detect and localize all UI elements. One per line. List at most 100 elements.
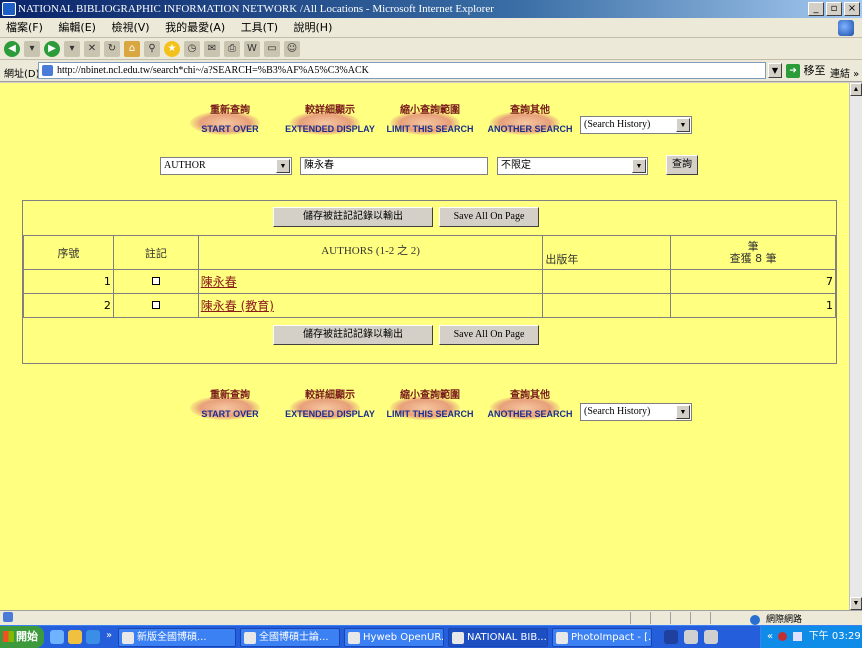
- status-segment: [670, 612, 688, 624]
- results-panel: 儲存被註記記錄以輸出 Save All On Page 序號 註記 AUTHOR…: [22, 200, 837, 364]
- forward-icon[interactable]: ▶: [44, 40, 60, 57]
- status-segment: [690, 612, 708, 624]
- search-icon[interactable]: ⚲: [144, 40, 160, 57]
- taskbar-item[interactable]: 全國博碩士論...: [240, 628, 340, 647]
- search-submit-button[interactable]: 查詢: [666, 155, 698, 175]
- desktop-icon[interactable]: [50, 630, 64, 644]
- dropdown-icon[interactable]: ▾: [24, 40, 40, 57]
- chevron-down-icon: ▼: [676, 405, 690, 419]
- go-button[interactable]: ➜ 移至: [786, 63, 826, 79]
- search-input[interactable]: 陳永春: [300, 157, 488, 175]
- taskbar-item[interactable]: PhotoImpact - [...: [552, 628, 652, 647]
- menu-favorites[interactable]: 我的最愛(A): [165, 21, 225, 34]
- extended-display-button[interactable]: 較詳細顯示 EXTENDED DISPLAY: [280, 103, 380, 143]
- ime-icon[interactable]: [664, 630, 678, 644]
- windows-flag-icon: [3, 631, 14, 642]
- save-marked-button[interactable]: 儲存被註記記錄以輸出: [273, 207, 433, 227]
- another-search-button[interactable]: 查詢其他 ANOTHER SEARCH: [480, 103, 580, 143]
- dropdown-icon[interactable]: ▾: [64, 40, 80, 57]
- menu-edit[interactable]: 編輯(E): [58, 21, 96, 34]
- another-search-en: ANOTHER SEARCH: [487, 124, 573, 134]
- limit-search-button[interactable]: 縮小查詢範圍 LIMIT THIS SEARCH: [380, 103, 480, 143]
- row-author: 陳永春 (教育): [197, 293, 544, 318]
- limit-search-zh: 縮小查詢範圍: [400, 390, 460, 401]
- extended-display-zh: 較詳細顯示: [305, 105, 355, 116]
- another-search-zh: 查詢其他: [510, 105, 550, 116]
- close-button[interactable]: ×: [844, 2, 860, 16]
- taskbar-item[interactable]: Hyweb OpenUR...: [344, 628, 444, 647]
- address-bar: 網址(D) http://nbinet.ncl.edu.tw/search*ch…: [0, 60, 862, 82]
- messenger-icon[interactable]: ☺: [284, 40, 300, 57]
- another-search-button-bottom[interactable]: 查詢其他 ANOTHER SEARCH: [480, 388, 580, 428]
- vertical-scrollbar[interactable]: ▲ ▼: [849, 83, 862, 610]
- shield-icon[interactable]: [792, 631, 802, 641]
- header-mark: 註記: [112, 235, 199, 270]
- search-history-select[interactable]: (Search History) ▼: [580, 116, 692, 134]
- back-icon[interactable]: ◀: [4, 40, 20, 57]
- mail-icon[interactable]: ✉: [204, 40, 220, 57]
- status-segment: [630, 612, 648, 624]
- start-over-button[interactable]: 重新查詢 START OVER: [180, 103, 280, 143]
- start-over-button-bottom[interactable]: 重新查詢 START OVER: [180, 388, 280, 428]
- start-button[interactable]: 開始: [0, 626, 44, 648]
- author-link[interactable]: 陳永春 (教育): [201, 299, 274, 313]
- windows-logo-icon: [838, 20, 854, 36]
- save-all-button-bottom[interactable]: Save All On Page: [439, 325, 539, 345]
- keyboard-icon[interactable]: [684, 630, 698, 644]
- menu-view[interactable]: 檢視(V): [111, 21, 149, 34]
- limit-search-button-bottom[interactable]: 縮小查詢範圍 LIMIT THIS SEARCH: [380, 388, 480, 428]
- maximize-button[interactable]: ▫: [826, 2, 842, 16]
- save-marked-button-bottom[interactable]: 儲存被註記記錄以輸出: [273, 325, 433, 345]
- taskbar-item-label: 新版全國博碩...: [137, 632, 207, 643]
- antivirus-icon[interactable]: [778, 631, 788, 641]
- scroll-up-icon[interactable]: ▲: [850, 83, 862, 96]
- clock: 下午 03:29: [808, 631, 861, 642]
- help-icon[interactable]: [704, 630, 718, 644]
- links-button[interactable]: 連結 »: [830, 65, 859, 80]
- address-input[interactable]: http://nbinet.ncl.edu.tw/search*chi~/a?S…: [38, 62, 766, 79]
- favorites-icon[interactable]: ★: [164, 40, 180, 57]
- explorer-icon[interactable]: [68, 630, 82, 644]
- tray-expand[interactable]: «: [767, 631, 773, 642]
- mark-checkbox[interactable]: [151, 301, 160, 309]
- minimize-button[interactable]: _: [808, 2, 824, 16]
- folder-icon[interactable]: ▭: [264, 40, 280, 57]
- save-all-button[interactable]: Save All On Page: [439, 207, 539, 227]
- scroll-down-icon[interactable]: ▼: [850, 597, 862, 610]
- chevron-down-icon: ▼: [676, 118, 690, 132]
- taskbar-item-label: 全國博碩士論...: [259, 632, 329, 643]
- extended-display-zh: 較詳細顯示: [305, 390, 355, 401]
- stop-icon[interactable]: ✕: [84, 40, 100, 57]
- search-scope-select[interactable]: 不限定 ▼: [497, 157, 648, 175]
- taskbar-item-active[interactable]: NATIONAL BIB...: [448, 628, 548, 647]
- history-icon[interactable]: ◷: [184, 40, 200, 57]
- taskbar-item[interactable]: 新版全國博碩...: [118, 628, 236, 647]
- start-over-zh: 重新查詢: [210, 105, 250, 116]
- mark-checkbox[interactable]: [151, 277, 160, 285]
- ie-icon: [452, 632, 464, 644]
- edit-icon[interactable]: W: [244, 40, 260, 57]
- row-seq: 2: [23, 293, 114, 318]
- page-content: 重新查詢 START OVER 較詳細顯示 EXTENDED DISPLAY 縮…: [0, 83, 849, 610]
- extended-display-button-bottom[interactable]: 較詳細顯示 EXTENDED DISPLAY: [280, 388, 380, 428]
- limit-search-en: LIMIT THIS SEARCH: [386, 409, 474, 419]
- search-history-select-bottom[interactable]: (Search History) ▼: [580, 403, 692, 421]
- quicklaunch-chevron[interactable]: »: [106, 630, 112, 641]
- another-search-en: ANOTHER SEARCH: [487, 409, 573, 419]
- start-label: 開始: [16, 630, 38, 643]
- ie-icon: [348, 632, 360, 644]
- nav-row-top: 重新查詢 START OVER 較詳細顯示 EXTENDED DISPLAY 縮…: [180, 103, 580, 143]
- menu-file[interactable]: 檔案(F): [6, 21, 43, 34]
- search-field-select[interactable]: AUTHOR ▼: [160, 157, 292, 175]
- menu-help[interactable]: 說明(H): [294, 21, 333, 34]
- refresh-icon[interactable]: ↻: [104, 40, 120, 57]
- home-icon[interactable]: ⌂: [124, 40, 140, 57]
- ie-quicklaunch-icon[interactable]: [86, 630, 100, 644]
- address-dropdown-button[interactable]: ▼: [768, 63, 782, 78]
- row-seq: 1: [23, 269, 114, 294]
- window-title: NATIONAL BIBLIOGRAPHIC INFORMATION NETWO…: [18, 3, 494, 15]
- search-field-value: AUTHOR: [164, 160, 206, 171]
- menu-tools[interactable]: 工具(T): [241, 21, 278, 34]
- author-link[interactable]: 陳永春: [201, 275, 237, 289]
- print-icon[interactable]: ⎙: [224, 40, 240, 57]
